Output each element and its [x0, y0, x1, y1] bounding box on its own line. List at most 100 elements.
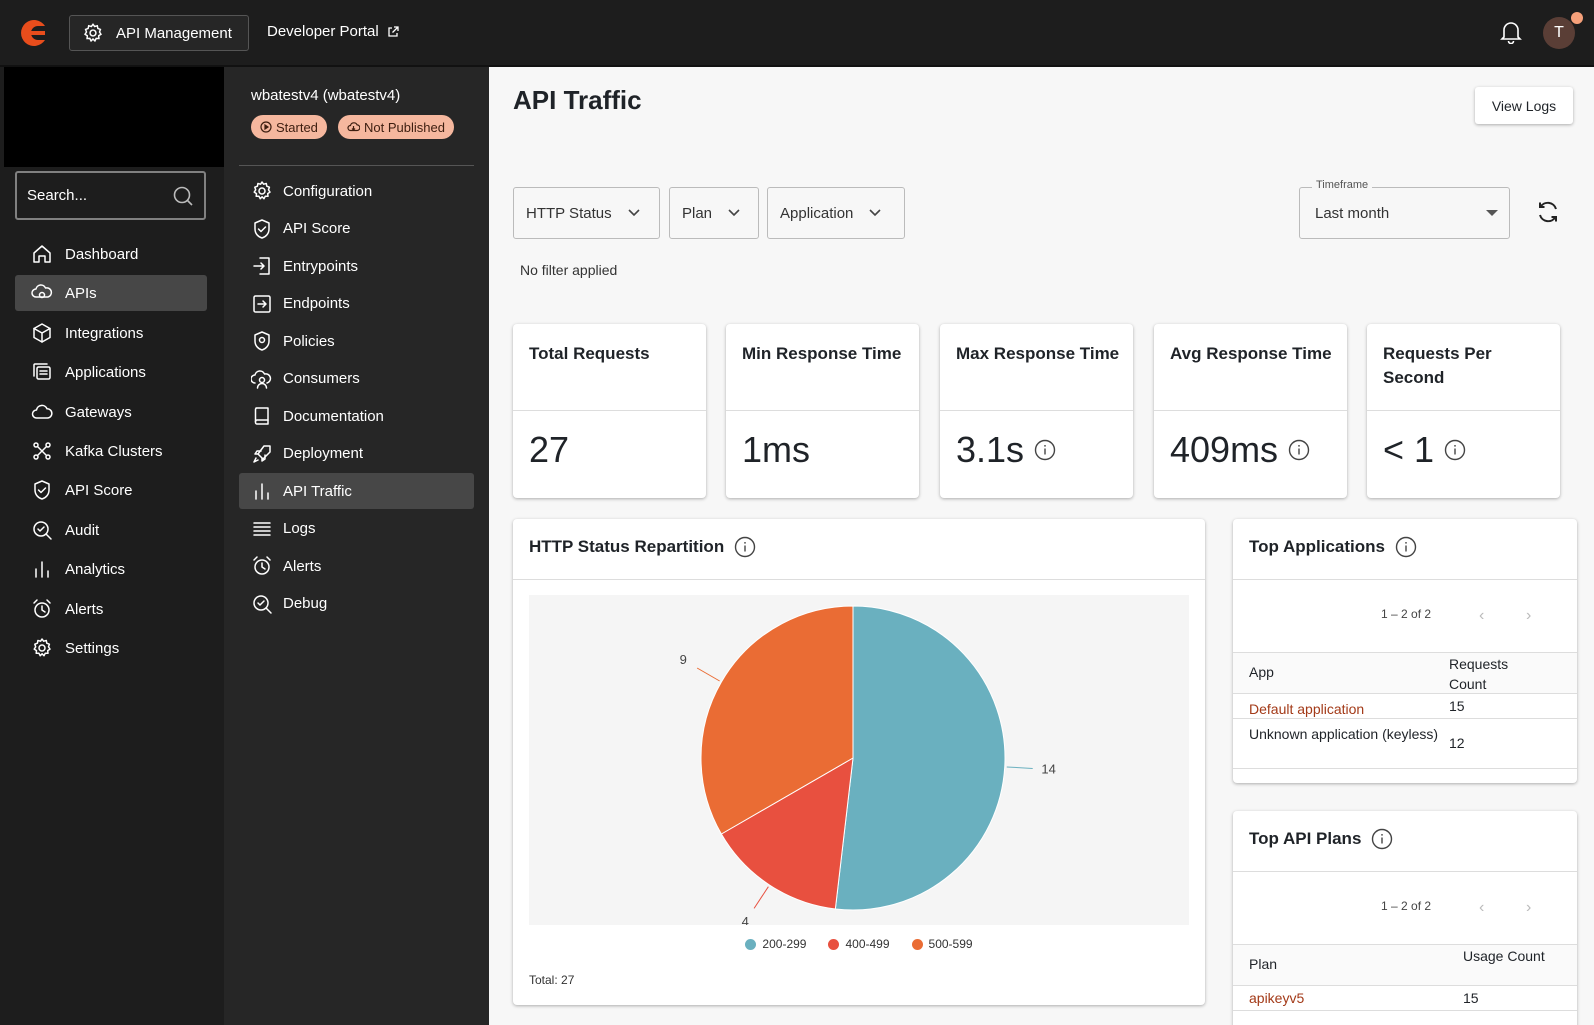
nav-item-applications[interactable]: Applications — [15, 354, 207, 390]
nav-item-label: Alerts — [65, 600, 104, 618]
nav-item-api-score[interactable]: API Score — [15, 472, 207, 508]
refresh-icon[interactable] — [1535, 199, 1561, 225]
app-name[interactable]: Default application — [1249, 698, 1439, 720]
nav-item-label: APIs — [65, 284, 97, 302]
avatar-status-dot — [1571, 12, 1583, 24]
legend-dot — [828, 938, 840, 950]
api-sub-navigation: wbatestv4 (wbatestv4) Started Not Publis… — [224, 67, 489, 1025]
info-icon[interactable] — [1288, 439, 1310, 461]
timeframe-select[interactable]: Timeframe Last month — [1299, 179, 1510, 239]
nav-item-audit[interactable]: Audit — [15, 512, 207, 548]
divider — [1233, 871, 1577, 872]
nav-item-kafka-clusters[interactable]: Kafka Clusters — [15, 433, 207, 469]
legend-item-200-299[interactable]: 200-299 — [745, 937, 806, 951]
subnav-item-consumers[interactable]: Consumers — [239, 361, 474, 397]
subnav-item-api-score[interactable]: API Score — [239, 211, 474, 247]
table-row[interactable]: Default application 15 — [1233, 694, 1577, 719]
apis-icon — [31, 282, 53, 304]
nav-item-apis[interactable]: APIs — [15, 275, 207, 311]
subnav-item-debug[interactable]: Debug — [239, 586, 474, 622]
not-published-label: Not Published — [364, 119, 445, 135]
alarm-icon — [31, 598, 53, 620]
pie-chart-area: 14 4 9 — [529, 595, 1189, 925]
subnav-item-label: Alerts — [283, 557, 322, 575]
play-circle-icon — [260, 121, 272, 133]
stat-card-title: Max Response Time — [956, 344, 1120, 363]
info-icon[interactable] — [1371, 828, 1393, 850]
legend-label: 400-499 — [845, 937, 890, 951]
plan-filter[interactable]: Plan — [669, 187, 759, 239]
subnav-item-label: API Score — [283, 220, 351, 237]
info-icon[interactable] — [1395, 536, 1417, 558]
subnav-item-deployment[interactable]: Deployment — [239, 436, 474, 472]
info-icon[interactable] — [1034, 439, 1056, 461]
legend-dot — [745, 938, 757, 950]
subnav-item-alerts[interactable]: Alerts — [239, 548, 474, 584]
pie-label-line-200-299 — [1006, 766, 1033, 769]
application-filter[interactable]: Application — [767, 187, 905, 239]
legend-item-500-599[interactable]: 500-599 — [911, 937, 973, 951]
info-icon[interactable] — [1444, 439, 1466, 461]
subnav-item-documentation[interactable]: Documentation — [239, 398, 474, 434]
subnav-item-entrypoints[interactable]: Entrypoints — [239, 248, 474, 284]
gear-icon — [82, 22, 104, 44]
consumers-icon — [251, 368, 273, 390]
nav-item-dashboard[interactable]: Dashboard — [15, 236, 207, 272]
pie-chart: 14 4 9 — [680, 605, 1056, 925]
applications-icon — [31, 361, 53, 383]
table-row[interactable]: apikeyv5 15 — [1233, 986, 1577, 1011]
nav-item-settings[interactable]: Settings — [15, 630, 207, 666]
nav-item-gateways[interactable]: Gateways — [15, 394, 207, 430]
subnav-item-policies[interactable]: Policies — [239, 323, 474, 359]
user-avatar[interactable]: T — [1543, 17, 1575, 49]
shield-check-icon — [251, 218, 273, 240]
prev-page-icon[interactable]: ‹ — [1479, 899, 1484, 917]
subnav-item-api-traffic[interactable]: API Traffic — [239, 473, 474, 509]
developer-portal-link[interactable]: Developer Portal — [267, 23, 399, 40]
nav-item-label: Audit — [65, 521, 100, 539]
nav-item-label: Kafka Clusters — [65, 442, 163, 460]
stat-card-min-response-time: Min Response Time 1ms — [726, 324, 919, 498]
divider — [513, 410, 706, 411]
view-logs-button[interactable]: View Logs — [1475, 87, 1573, 124]
application-filter-label: Application — [780, 204, 854, 222]
nav-item-integrations[interactable]: Integrations — [15, 315, 207, 351]
next-page-icon[interactable]: › — [1526, 607, 1531, 625]
legend-label: 500-599 — [928, 937, 973, 951]
http-status-filter[interactable]: HTTP Status — [513, 187, 660, 239]
legend-item-400-499[interactable]: 400-499 — [828, 937, 890, 951]
chevron-down-icon — [628, 209, 640, 217]
nav-item-analytics[interactable]: Analytics — [15, 551, 207, 587]
http-status-panel: HTTP Status Repartition 14 4 9 200-299 400-… — [513, 519, 1205, 1005]
shield-check-icon — [31, 479, 53, 501]
stat-card-title: Total Requests — [529, 344, 650, 363]
info-icon[interactable] — [734, 536, 756, 558]
column-header-usage-count: Usage Count — [1463, 948, 1545, 964]
pie-data-label-200-299: 14 — [1041, 761, 1055, 776]
search-input[interactable]: Search... — [15, 171, 206, 220]
nav-item-label: Integrations — [65, 324, 144, 342]
next-page-icon[interactable]: › — [1526, 899, 1531, 917]
gravitee-logo-icon[interactable] — [17, 18, 49, 48]
api-management-button[interactable]: API Management — [69, 15, 249, 51]
plan-name[interactable]: apikeyv5 — [1249, 990, 1304, 1006]
nav-item-alerts[interactable]: Alerts — [15, 591, 207, 627]
prev-page-icon[interactable]: ‹ — [1479, 607, 1484, 625]
pie-slice-200-299[interactable] — [834, 605, 1006, 911]
notification-bell-icon[interactable] — [1500, 20, 1522, 44]
api-name: wbatestv4 (wbatestv4) — [251, 87, 401, 104]
stat-card-value-row: < 1 — [1383, 429, 1466, 471]
rocket-icon — [251, 443, 273, 465]
table-row: Unknown application (keyless) 12 — [1233, 719, 1577, 769]
subnav-item-endpoints[interactable]: Endpoints — [239, 286, 474, 322]
timeframe-value: Last month — [1315, 205, 1390, 222]
subnav-item-logs[interactable]: Logs — [239, 511, 474, 547]
api-management-label: API Management — [116, 24, 232, 42]
developer-portal-label: Developer Portal — [267, 23, 379, 40]
table-header: Plan Usage Count — [1233, 944, 1577, 986]
debug-icon — [251, 593, 273, 615]
stat-card-title: Avg Response Time — [1170, 344, 1332, 363]
stat-card-value-row: 409ms — [1170, 429, 1310, 471]
book-icon — [251, 405, 273, 427]
subnav-item-configuration[interactable]: Configuration — [239, 173, 474, 209]
